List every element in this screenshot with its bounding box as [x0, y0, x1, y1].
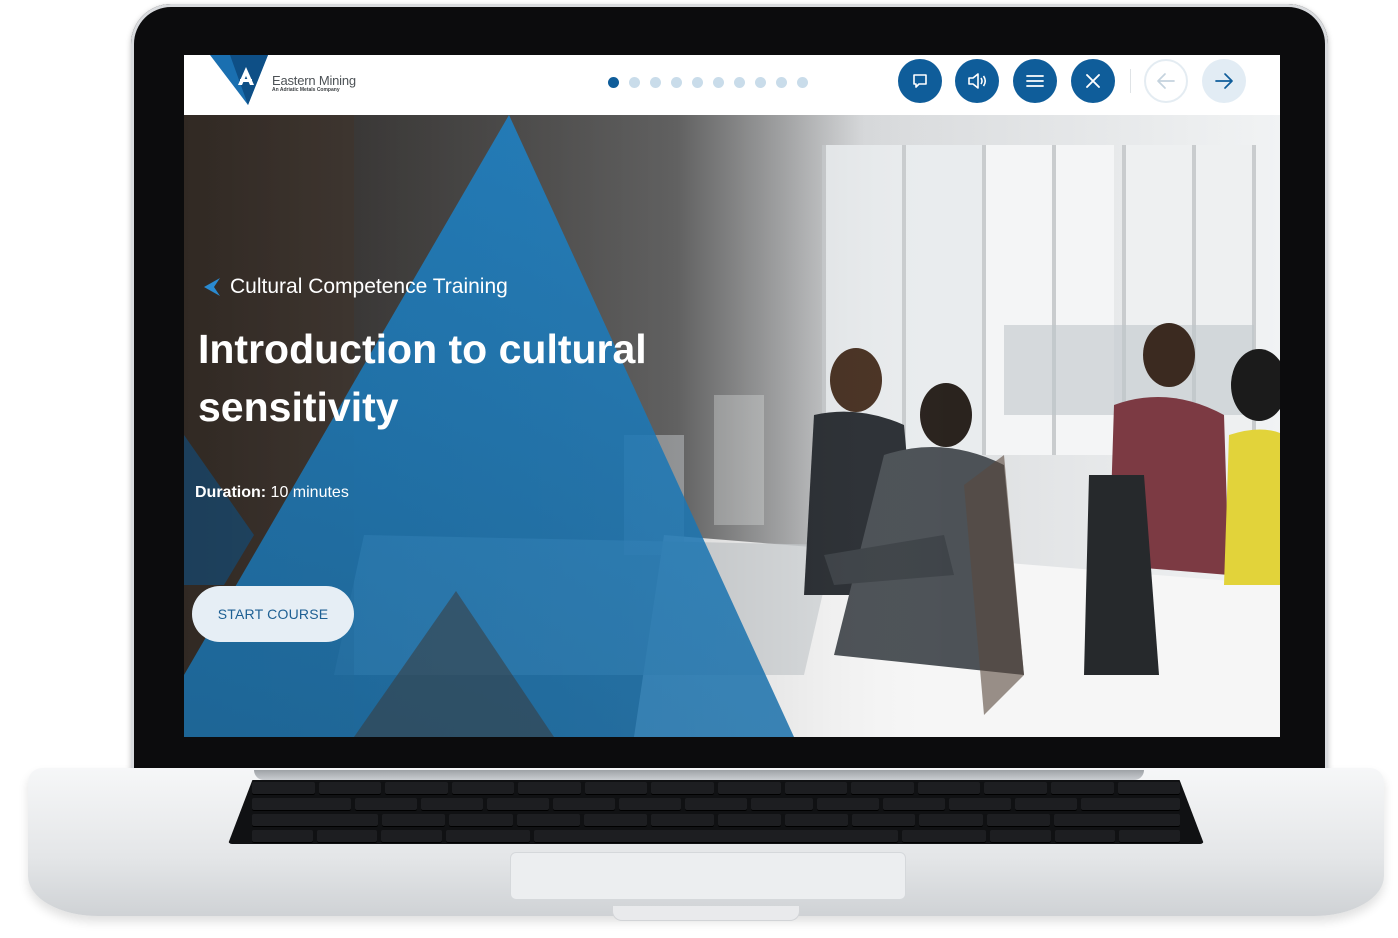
duration-value: 10 minutes — [266, 484, 349, 501]
arrow-left-icon — [1157, 73, 1175, 89]
arrow-right-icon — [1215, 73, 1233, 89]
slide-dot-1[interactable] — [608, 77, 619, 88]
slide-dot-3[interactable] — [650, 77, 661, 88]
course-header: Eastern Mining An Adriatic Metals Compan… — [184, 55, 1280, 115]
course-category-label: Cultural Competence Training — [230, 275, 508, 298]
slide-dot-7[interactable] — [734, 77, 745, 88]
course-duration: Duration: 10 minutes — [195, 484, 349, 502]
slide-dot-4[interactable] — [671, 77, 682, 88]
chat-bubble-icon — [913, 74, 927, 88]
close-button[interactable] — [1071, 59, 1115, 103]
company-logo-icon — [210, 55, 268, 105]
chevron-brand-icon — [204, 278, 220, 296]
close-icon — [1086, 74, 1100, 88]
laptop-lip — [612, 906, 800, 921]
slide-dot-10[interactable] — [797, 77, 808, 88]
laptop-keyboard — [228, 780, 1204, 844]
header-divider — [1130, 69, 1131, 93]
course-title: Introduction to cultural sensitivity — [198, 326, 647, 430]
slide-dot-2[interactable] — [629, 77, 640, 88]
slide-dot-6[interactable] — [713, 77, 724, 88]
slide-dot-9[interactable] — [776, 77, 787, 88]
audio-button[interactable] — [955, 59, 999, 103]
slide-progress-dots — [608, 77, 808, 88]
speaker-icon — [968, 73, 987, 89]
slide-dot-5[interactable] — [692, 77, 703, 88]
transcript-button[interactable] — [898, 59, 942, 103]
laptop-trackpad — [510, 852, 906, 900]
duration-label: Duration: — [195, 484, 267, 501]
hamburger-menu-icon — [1026, 75, 1044, 87]
slide-dot-8[interactable] — [755, 77, 766, 88]
menu-button[interactable] — [1013, 59, 1057, 103]
company-subtitle: An Adriatic Metals Company — [272, 87, 340, 93]
company-name: Eastern Mining — [272, 73, 356, 88]
laptop-hinge — [254, 770, 1144, 780]
prev-slide-button[interactable] — [1144, 59, 1188, 103]
course-category: Cultural Competence Training — [202, 275, 508, 299]
next-slide-button[interactable] — [1202, 59, 1246, 103]
course-screen: Eastern Mining An Adriatic Metals Compan… — [184, 55, 1280, 737]
course-hero: Cultural Competence Training Introductio… — [184, 115, 1280, 737]
start-course-button[interactable]: START COURSE — [192, 586, 354, 642]
